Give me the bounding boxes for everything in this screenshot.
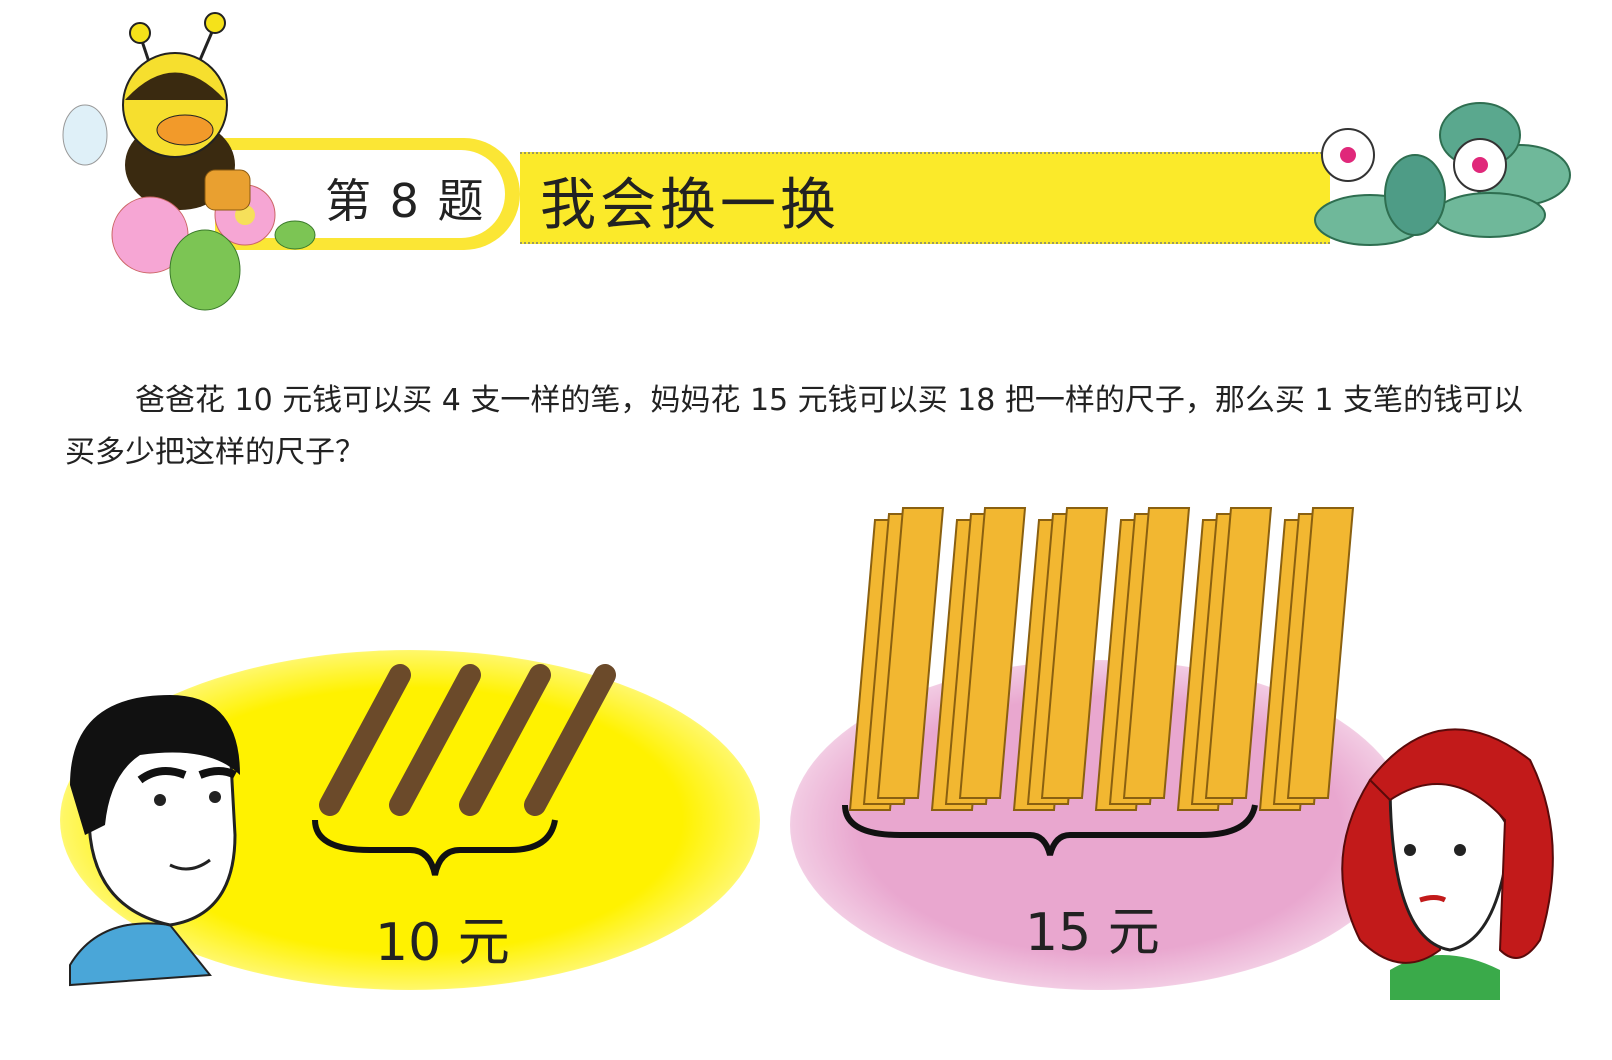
- pens-group: [312, 664, 616, 876]
- brace-icon: [842, 804, 1258, 856]
- brace-icon: [312, 819, 558, 876]
- question-text: 爸爸花 10 元钱可以买 4 支一样的笔，妈妈花 15 元钱可以买 18 把一样…: [65, 383, 1524, 470]
- pen-icon: [319, 664, 411, 816]
- question-title: 我会换一换: [540, 173, 840, 238]
- worksheet-page: 第 8 题 我会换一换 爸爸花 10 元钱可以买 4 支一样的笔，妈妈花 15 …: [0, 0, 1612, 1060]
- question-number: 第 8 题: [325, 174, 486, 228]
- flower-decoration-icon: [1314, 102, 1571, 246]
- father-face-icon: [69, 695, 240, 987]
- bee-mascot-icon: [62, 12, 316, 311]
- pen-icon: [389, 664, 481, 816]
- rulers-group: [842, 507, 1355, 856]
- rulers-price-label: 15 元: [1025, 903, 1160, 963]
- pens-price-label: 10 元: [375, 913, 510, 973]
- pen-icon: [459, 664, 551, 816]
- pen-icon: [524, 664, 616, 816]
- mother-face-icon: [1341, 728, 1554, 1000]
